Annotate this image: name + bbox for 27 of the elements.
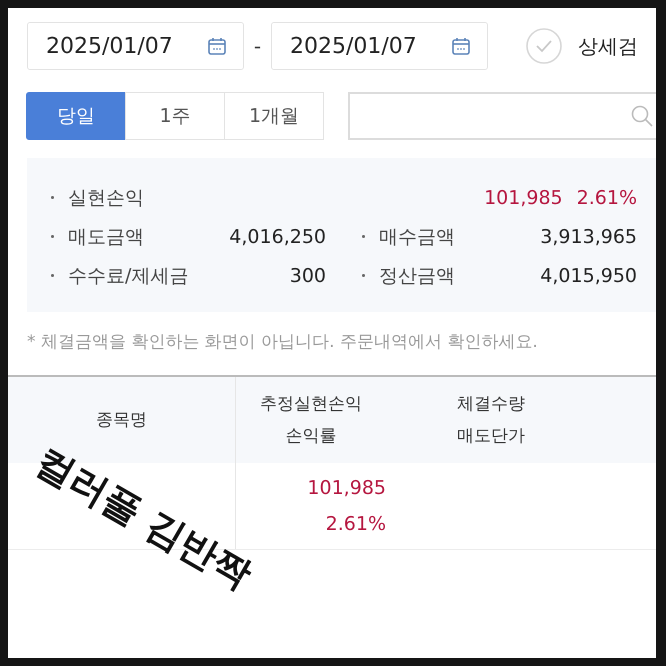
summary-rate: 2.61%	[576, 186, 637, 208]
summary-label: 정산금액	[379, 264, 455, 288]
column-header: 추정실현손익 손익률	[259, 393, 363, 448]
summary-value: 4,016,250	[229, 226, 326, 248]
summary-value: 101,985	[484, 186, 563, 208]
notice-text: * 체결금액을 확인하는 화면이 아닙니다. 주문내역에서 확인하세요.	[27, 331, 539, 353]
date-field[interactable]: 2025/01/07	[27, 22, 244, 70]
period-tab[interactable]: 1주	[125, 92, 225, 140]
table-cell-text: 101,985 2.61%	[306, 476, 386, 537]
summary-label: 실현손익	[68, 186, 144, 210]
summary-label: 수수료/제세금	[68, 264, 188, 288]
calendar-icon	[207, 36, 227, 56]
search-icon	[630, 104, 654, 128]
column-header: 체결수량 매도단가	[456, 393, 526, 448]
summary-label: 매도금액	[68, 224, 144, 250]
range-separator: -	[252, 34, 262, 58]
summary-label: 매수금액	[379, 224, 455, 250]
checkbox[interactable]	[525, 27, 563, 65]
summary-value: 4,015,950	[540, 264, 637, 286]
period-tab[interactable]: 당일	[26, 92, 126, 140]
search-field[interactable]	[348, 92, 656, 140]
period-tab[interactable]: 1개월	[224, 92, 324, 140]
calendar-icon	[451, 36, 471, 56]
detail-search-label: 상세검	[578, 32, 638, 60]
summary-value: 3,913,965	[540, 226, 637, 248]
summary-value: 300	[290, 264, 326, 286]
date-field[interactable]: 2025/01/07	[271, 22, 488, 70]
